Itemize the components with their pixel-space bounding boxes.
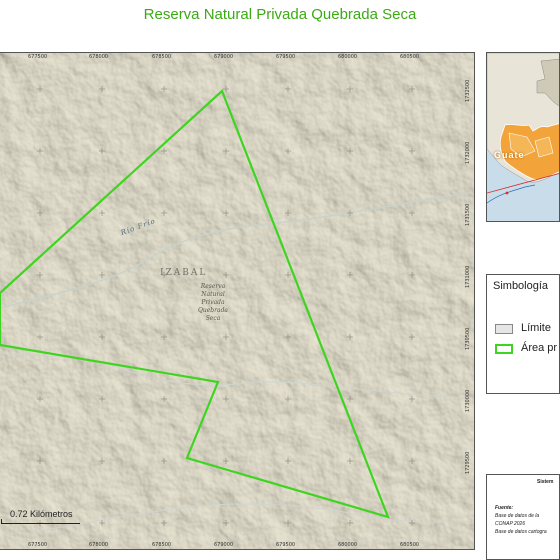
x-axis-bottom: 677500 678000 678500 679000 679500 68000… xyxy=(0,542,470,552)
x-tick-label: 677500 xyxy=(28,542,48,548)
reserve-label-line: Reserva xyxy=(200,283,226,290)
legend-swatch xyxy=(495,344,513,354)
y-tick-label: 1731000 xyxy=(465,265,471,288)
y-tick-label: 1730500 xyxy=(465,327,471,350)
reserve-label: Reserva Natural Privada Quebrada Seca xyxy=(188,283,238,323)
x-tick-label: 680000 xyxy=(338,54,358,60)
y-tick-label: 1729500 xyxy=(465,451,471,474)
x-tick-label: 679000 xyxy=(214,542,234,548)
x-tick-label: 678000 xyxy=(89,54,109,60)
sources-title: Sistem xyxy=(537,479,554,485)
reserve-label-line: Privada xyxy=(201,299,225,306)
x-tick-label: 678500 xyxy=(152,54,172,60)
inset-country-label: Guate xyxy=(494,150,525,160)
scale-label: 0.72 Kilómetros xyxy=(10,509,73,519)
y-tick-label: 1732000 xyxy=(465,141,471,164)
y-tick-label: 1732500 xyxy=(465,79,471,102)
reserve-label-line: Natural xyxy=(201,291,225,298)
y-axis-right: 1732500 1732000 1731500 1731000 1730500 … xyxy=(462,60,474,540)
y-tick-label: 1730000 xyxy=(465,389,471,412)
source-line: CONAP 2026 xyxy=(495,521,526,527)
legend-item-protected-area: Área pr xyxy=(495,342,559,357)
x-tick-label: 679000 xyxy=(214,54,234,60)
x-tick-label: 680500 xyxy=(400,542,420,548)
y-tick-label: 1731500 xyxy=(465,203,471,226)
x-tick-label: 680500 xyxy=(400,54,420,60)
reserve-label-line: Quebrada xyxy=(197,307,229,314)
reserve-label-line: Seca xyxy=(205,315,221,322)
x-tick-label: 680000 xyxy=(338,542,358,548)
legend-item-label: Área pr xyxy=(521,342,558,354)
legend-item-limit: Límite xyxy=(495,322,559,337)
x-tick-label: 678500 xyxy=(152,542,172,548)
x-tick-label: 677500 xyxy=(28,54,48,60)
source-line: Fuente: xyxy=(495,505,514,511)
scale-bar xyxy=(1,519,80,524)
legend-title: Simbología xyxy=(493,280,549,292)
x-tick-label: 678000 xyxy=(89,542,109,548)
x-tick-label: 679500 xyxy=(276,542,296,548)
x-tick-label: 679500 xyxy=(276,54,296,60)
map-title: Reserva Natural Privada Quebrada Seca xyxy=(143,6,417,23)
x-axis-top: 677500 678000 678500 679000 679500 68000… xyxy=(0,54,470,64)
source-line: Base de datos de la xyxy=(495,513,540,519)
department-label: IZABAL xyxy=(160,268,208,278)
source-line: Base de datos cartogra xyxy=(495,529,547,535)
legend-swatch xyxy=(495,324,513,334)
sources-panel: Sistem Fuente: Base de datos de la CONAP… xyxy=(486,474,560,560)
legend-item-label: Límite xyxy=(521,322,551,334)
inset-svg xyxy=(487,53,559,221)
location-inset-map[interactable] xyxy=(486,52,560,222)
legend-panel: Simbología Límite Área pr xyxy=(486,274,560,394)
